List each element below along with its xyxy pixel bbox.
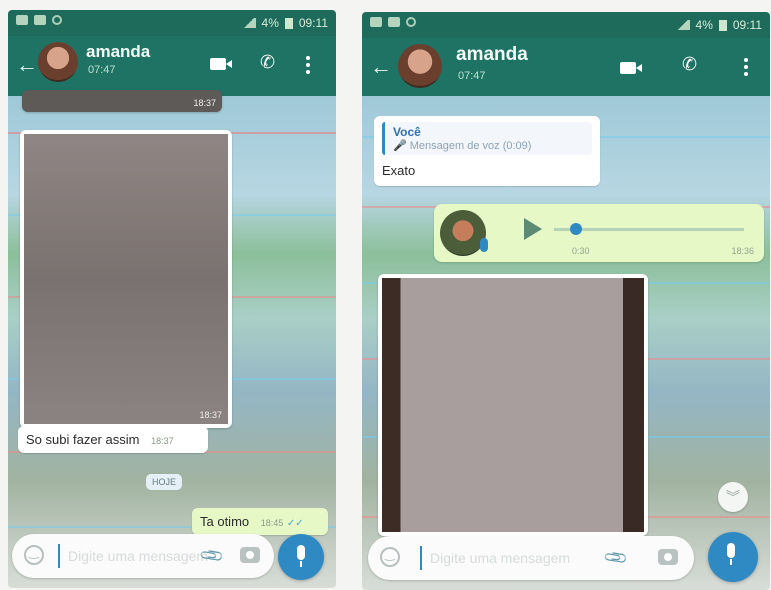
mic-icon xyxy=(480,238,488,252)
photo-thumbnail: 18:37 xyxy=(24,134,228,424)
camera-icon[interactable] xyxy=(240,547,260,563)
play-icon[interactable] xyxy=(524,218,542,240)
incoming-message[interactable]: So subi fazer assim 18:37 xyxy=(18,426,208,453)
message-input[interactable]: Digite uma mensagem xyxy=(430,550,570,566)
signal-icon xyxy=(241,18,256,28)
battery-percent: 4% xyxy=(261,16,279,30)
reply-message[interactable]: Você 🎤 Mensagem de voz (0:09) Exato xyxy=(374,116,600,186)
chat-header: ← amanda 07:47 ✆ xyxy=(8,36,336,96)
camera-icon[interactable] xyxy=(658,549,678,565)
mic-button[interactable] xyxy=(708,532,758,582)
battery-icon xyxy=(718,19,727,31)
clock: 09:11 xyxy=(732,18,762,32)
message-time: 18:37 xyxy=(151,436,174,446)
status-bar: 4% 09:11 xyxy=(362,12,770,38)
avatar[interactable] xyxy=(38,42,78,82)
chat-background: 18:37 18:37 So subi fazer assim 18:37 HO… xyxy=(8,90,336,588)
video-call-icon[interactable] xyxy=(210,58,226,70)
scroll-down-icon[interactable]: ︾ xyxy=(718,482,748,512)
left-phone-screen: 4% 09:11 ← amanda 07:47 ✆ 18:37 18:37 So… xyxy=(8,10,336,588)
text-cursor xyxy=(420,546,422,570)
voice-progress-knob[interactable] xyxy=(570,223,582,235)
last-seen: 07:47 xyxy=(458,70,486,82)
message-time: 18:45 xyxy=(260,518,284,528)
image-time: 18:37 xyxy=(193,98,216,108)
attach-icon[interactable]: 📎 xyxy=(602,544,630,572)
image-time: 18:37 xyxy=(199,410,222,420)
contact-name[interactable]: amanda xyxy=(86,42,150,62)
right-phone-screen: 4% 09:11 ← amanda 07:47 ✆ Você 🎤 Mensage… xyxy=(362,12,770,590)
text-cursor xyxy=(58,544,60,568)
last-seen: 07:47 xyxy=(88,64,116,76)
phone-icon[interactable]: ✆ xyxy=(260,53,275,71)
phone-icon[interactable]: ✆ xyxy=(682,55,697,73)
date-chip: HOJE xyxy=(146,474,183,490)
back-arrow-icon[interactable]: ← xyxy=(370,54,392,80)
chat-background: Você 🎤 Mensagem de voz (0:09) Exato 0:30… xyxy=(362,96,770,590)
mic-button[interactable] xyxy=(278,534,324,580)
voice-sender-avatar xyxy=(440,210,486,256)
message-text: Exato xyxy=(382,163,416,178)
battery-icon xyxy=(284,17,293,29)
voice-progress-track[interactable] xyxy=(554,228,744,231)
photo-thumbnail xyxy=(382,278,644,532)
voice-time: 18:36 xyxy=(731,246,754,256)
quoted-message[interactable]: Você 🎤 Mensagem de voz (0:09) xyxy=(382,122,592,155)
image-message[interactable] xyxy=(378,274,648,536)
attach-icon[interactable]: 📎 xyxy=(198,542,226,570)
clock: 09:11 xyxy=(298,16,328,30)
avatar[interactable] xyxy=(398,44,442,88)
emoji-icon[interactable] xyxy=(380,547,400,567)
contact-name[interactable]: amanda xyxy=(456,44,528,66)
menu-icon[interactable] xyxy=(306,56,310,77)
quote-text: 🎤 Mensagem de voz (0:09) xyxy=(393,140,532,152)
video-call-icon[interactable] xyxy=(620,62,636,74)
message-input[interactable]: Digite uma mensagem xyxy=(68,548,208,564)
emoji-icon[interactable] xyxy=(24,545,44,565)
message-input-bar[interactable]: Digite uma mensagem 📎 xyxy=(368,536,694,580)
battery-percent: 4% xyxy=(695,18,713,32)
outgoing-message[interactable]: Ta otimo 18:45 ✓✓ xyxy=(192,508,328,535)
message-text: Ta otimo xyxy=(200,514,250,529)
image-message[interactable]: 18:37 xyxy=(20,130,232,428)
status-bar: 4% 09:11 xyxy=(8,10,336,36)
back-arrow-icon[interactable]: ← xyxy=(16,52,38,78)
message-input-bar[interactable]: Digite uma mensagem 📎 xyxy=(12,534,274,578)
signal-icon xyxy=(675,20,690,30)
image-message[interactable]: 18:37 xyxy=(22,90,222,112)
voice-message[interactable]: 0:30 18:36 xyxy=(434,204,764,262)
read-ticks-icon: ✓✓ xyxy=(286,518,304,529)
voice-duration: 0:30 xyxy=(572,246,590,256)
chat-header: ← amanda 07:47 ✆ xyxy=(362,38,770,96)
menu-icon[interactable] xyxy=(744,58,748,79)
quote-author: Você xyxy=(393,125,421,139)
message-text: So subi fazer assim xyxy=(26,432,140,447)
